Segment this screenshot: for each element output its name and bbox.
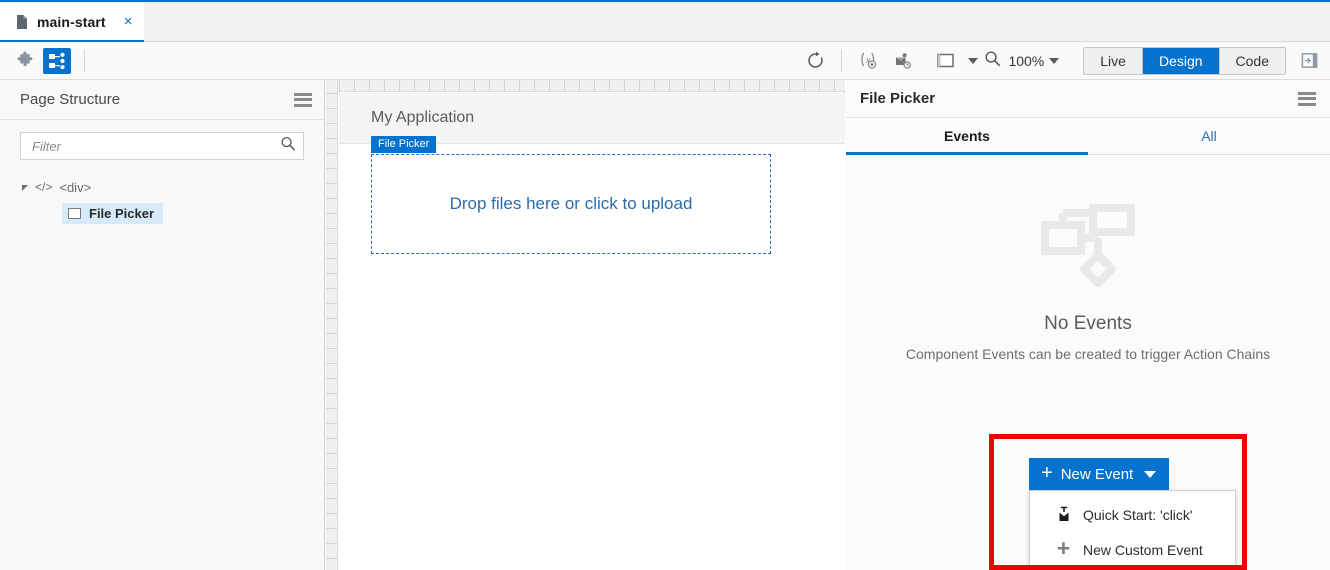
properties-tabs: Events All	[846, 118, 1330, 155]
component-box-icon	[68, 207, 81, 219]
viewport-icon[interactable]	[929, 47, 963, 75]
mode-switcher: Live Design Code	[1083, 46, 1286, 75]
hamburger-menu-icon[interactable]	[294, 92, 312, 107]
action-chain-diagram-icon	[846, 203, 1330, 295]
tree-node-div[interactable]: </> <div>	[0, 176, 324, 198]
toolbar-divider-2	[841, 49, 843, 72]
filter-container	[0, 120, 324, 160]
toolbar-divider	[84, 49, 85, 72]
page-structure-panel: Page Structure </> <div>	[0, 80, 325, 570]
empty-state-subtitle: Component Events can be created to trigg…	[905, 346, 1271, 362]
refresh-icon[interactable]	[798, 47, 832, 75]
main-toolbar: x 100% Live Design Code	[0, 42, 1330, 80]
mode-code-button[interactable]: Code	[1219, 47, 1285, 74]
vb-studio-window: main-start × x 100% Live Design Code Pag…	[0, 0, 1330, 570]
code-tag-icon: </>	[35, 180, 53, 194]
zoom-control[interactable]: 100%	[984, 50, 1060, 72]
menu-item-quick-start-click[interactable]: Quick Start: 'click'	[1030, 497, 1235, 532]
tab-bar: main-start ×	[0, 0, 1330, 43]
app-preview-surface: My Application File Picker Drop files he…	[339, 93, 845, 570]
tab-label: main-start	[37, 13, 106, 30]
tab-main-start[interactable]: main-start ×	[0, 3, 145, 43]
zoom-chevron-down-icon[interactable]	[1049, 57, 1060, 64]
page-structure-icon[interactable]	[43, 47, 71, 74]
page-title: Page Structure	[20, 91, 121, 108]
toolbar-left-group	[0, 47, 94, 74]
page-structure-header: Page Structure	[0, 80, 324, 120]
component-badge: File Picker	[371, 136, 437, 153]
quick-start-icon	[1055, 506, 1072, 523]
panel-toggle-icon[interactable]	[1292, 47, 1326, 75]
properties-title: File Picker	[860, 90, 936, 107]
tree-node-label: <div>	[59, 179, 92, 195]
dropzone-label: Drop files here or click to upload	[449, 194, 693, 213]
tree-node-selected-wrap[interactable]: File Picker	[62, 202, 164, 224]
no-events-empty-state: No Events Component Events can be create…	[846, 203, 1330, 362]
viewport-selector[interactable]	[929, 47, 979, 75]
menu-item-label: Quick Start: 'click'	[1083, 506, 1193, 523]
plus-icon: +	[1056, 534, 1071, 561]
tab-events[interactable]: Events	[846, 118, 1088, 155]
variables-icon[interactable]: x	[851, 47, 885, 75]
menu-item-new-custom-event[interactable]: + New Custom Event	[1030, 532, 1235, 567]
viewport-chevron-down-icon[interactable]	[968, 57, 979, 64]
structure-tree: </> <div> File Picker	[0, 160, 324, 224]
events-icon[interactable]	[885, 47, 919, 75]
close-icon[interactable]: ×	[124, 14, 133, 29]
app-title: My Application	[371, 109, 475, 126]
new-event-dropdown-menu: Quick Start: 'click' + New Custom Event	[1029, 490, 1236, 570]
expand-collapse-icon[interactable]	[22, 184, 28, 191]
design-canvas: My Application File Picker Drop files he…	[326, 80, 845, 570]
horizontal-ruler	[326, 80, 845, 92]
hamburger-menu-icon[interactable]	[1298, 91, 1316, 106]
mode-live-button[interactable]: Live	[1084, 47, 1143, 74]
new-event-button[interactable]: + New Event	[1029, 458, 1170, 490]
new-event-label: New Event	[1060, 465, 1134, 483]
zoom-level-label: 100%	[1008, 52, 1045, 69]
tab-all[interactable]: All	[1088, 118, 1330, 154]
mode-design-button[interactable]: Design	[1142, 47, 1220, 74]
document-icon	[16, 14, 28, 29]
tree-node-label: File Picker	[89, 205, 155, 221]
menu-item-label: New Custom Event	[1083, 541, 1203, 558]
search-input[interactable]	[30, 137, 275, 155]
vertical-ruler	[326, 80, 338, 570]
chevron-down-icon[interactable]	[1144, 470, 1157, 478]
file-dropzone[interactable]: Drop files here or click to upload	[371, 154, 771, 254]
magnifier-icon	[984, 50, 1001, 72]
components-palette-icon[interactable]	[11, 48, 39, 74]
filter-box[interactable]	[20, 132, 304, 160]
search-icon[interactable]	[280, 136, 296, 157]
file-picker-component[interactable]: File Picker Drop files here or click to …	[371, 136, 771, 254]
tree-node-file-picker[interactable]: File Picker	[0, 202, 324, 224]
empty-state-title: No Events	[1044, 313, 1132, 334]
properties-header: File Picker	[846, 80, 1330, 118]
plus-icon: +	[1041, 462, 1053, 484]
toolbar-right-group: x 100% Live Design Code	[798, 46, 1330, 75]
